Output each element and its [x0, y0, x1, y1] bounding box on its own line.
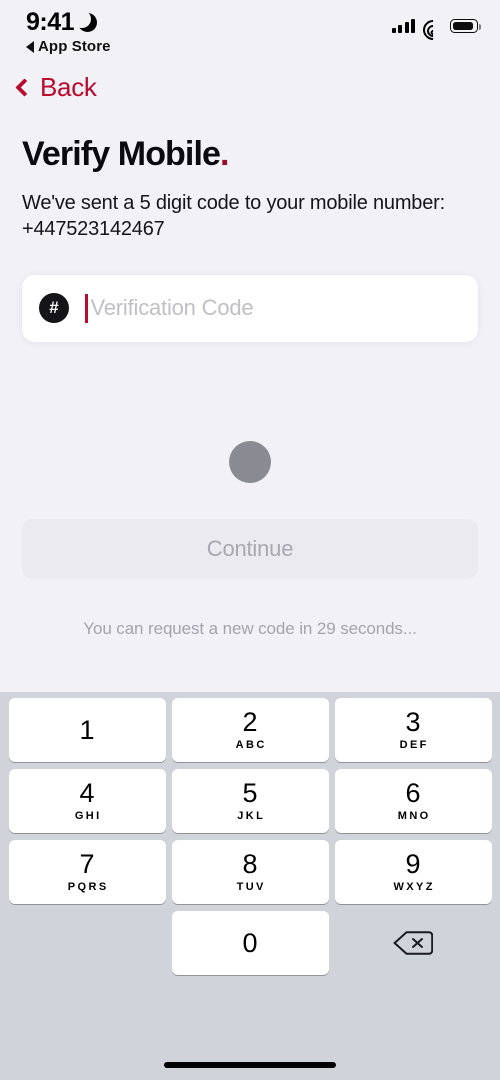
loading-indicator-wrap: [22, 440, 478, 483]
main-content: Verify Mobile. We've sent a 5 digit code…: [0, 135, 500, 639]
key-9[interactable]: 9 WXYZ: [334, 840, 492, 904]
key-letters: JKL: [237, 810, 266, 822]
key-letters: GHI: [74, 810, 102, 822]
key-digit: 3: [405, 707, 421, 737]
return-to-app-link[interactable]: App Store: [26, 38, 111, 55]
key-1[interactable]: 1: [8, 698, 166, 762]
status-bar-left: 9:41 App Store: [26, 8, 111, 55]
keypad-row: 1 2 ABC 3 DEF: [3, 698, 497, 762]
back-button-label: Back: [40, 72, 97, 102]
key-letters: WXYZ: [393, 881, 435, 893]
moon-icon: [73, 10, 98, 32]
text-cursor: [85, 293, 88, 323]
page-title-accent-dot: .: [220, 135, 229, 173]
keypad-row: 4 GHI 5 JKL 6 MNO: [3, 769, 497, 833]
return-to-app-label: App Store: [38, 38, 111, 55]
page-title-text: Verify Mobile: [22, 135, 221, 173]
key-digit: 1: [79, 714, 95, 745]
triangle-left-icon: [26, 40, 34, 53]
numeric-keypad: 1 2 ABC 3 DEF 4 GHI 5 JKL 6 MNO 7 PQRS 8…: [0, 692, 500, 1080]
key-digit: 0: [242, 927, 258, 958]
backspace-icon: [393, 931, 433, 955]
phone-screen: 9:41 App Store Back Verify Mobile. We've…: [0, 0, 500, 1080]
continue-button[interactable]: Continue: [22, 518, 478, 579]
key-4[interactable]: 4 GHI: [8, 769, 166, 833]
key-3[interactable]: 3 DEF: [334, 698, 492, 762]
key-letters: TUV: [236, 881, 266, 893]
key-digit: 5: [242, 778, 258, 808]
key-6[interactable]: 6 MNO: [334, 769, 492, 833]
hash-icon: #: [39, 293, 69, 324]
resend-timer-text: You can request a new code in 29 seconds…: [83, 618, 417, 638]
key-digit: 2: [242, 707, 258, 737]
status-bar-clock: 9:41: [26, 8, 75, 36]
verification-code-placeholder: Verification Code: [90, 295, 254, 321]
key-digit: 4: [79, 778, 95, 808]
wifi-icon: [418, 15, 447, 45]
back-button[interactable]: Back: [0, 62, 97, 103]
status-bar-right: [391, 15, 481, 45]
verification-code-input[interactable]: # Verification Code: [22, 274, 478, 342]
battery-icon: [450, 19, 481, 33]
page-subtitle: We've sent a 5 digit code to your mobile…: [22, 192, 445, 241]
key-0[interactable]: 0: [171, 911, 329, 975]
key-2[interactable]: 2 ABC: [171, 698, 329, 762]
keypad-row: 0: [3, 911, 497, 975]
keypad-spacer: [9, 911, 166, 975]
keypad-row: 7 PQRS 8 TUV 9 WXYZ: [3, 840, 497, 904]
key-digit: 6: [405, 778, 421, 808]
key-letters: MNO: [397, 810, 431, 822]
key-digit: 9: [405, 849, 421, 879]
key-digit: 7: [79, 849, 95, 879]
key-5[interactable]: 5 JKL: [171, 769, 329, 833]
status-bar: 9:41 App Store: [0, 0, 500, 62]
key-digit: 8: [242, 849, 258, 879]
key-letters: PQRS: [67, 881, 109, 893]
key-7[interactable]: 7 PQRS: [8, 840, 166, 904]
key-delete[interactable]: [335, 911, 492, 975]
page-title: Verify Mobile.: [22, 135, 478, 174]
key-8[interactable]: 8 TUV: [171, 840, 329, 904]
home-indicator: [164, 1062, 336, 1068]
status-bar-time-group: 9:41: [26, 8, 111, 37]
cellular-signal-icon: [391, 19, 415, 33]
chevron-left-icon: [15, 78, 34, 97]
key-letters: ABC: [235, 739, 267, 751]
key-letters: DEF: [399, 739, 429, 751]
loading-spinner: [229, 440, 271, 483]
